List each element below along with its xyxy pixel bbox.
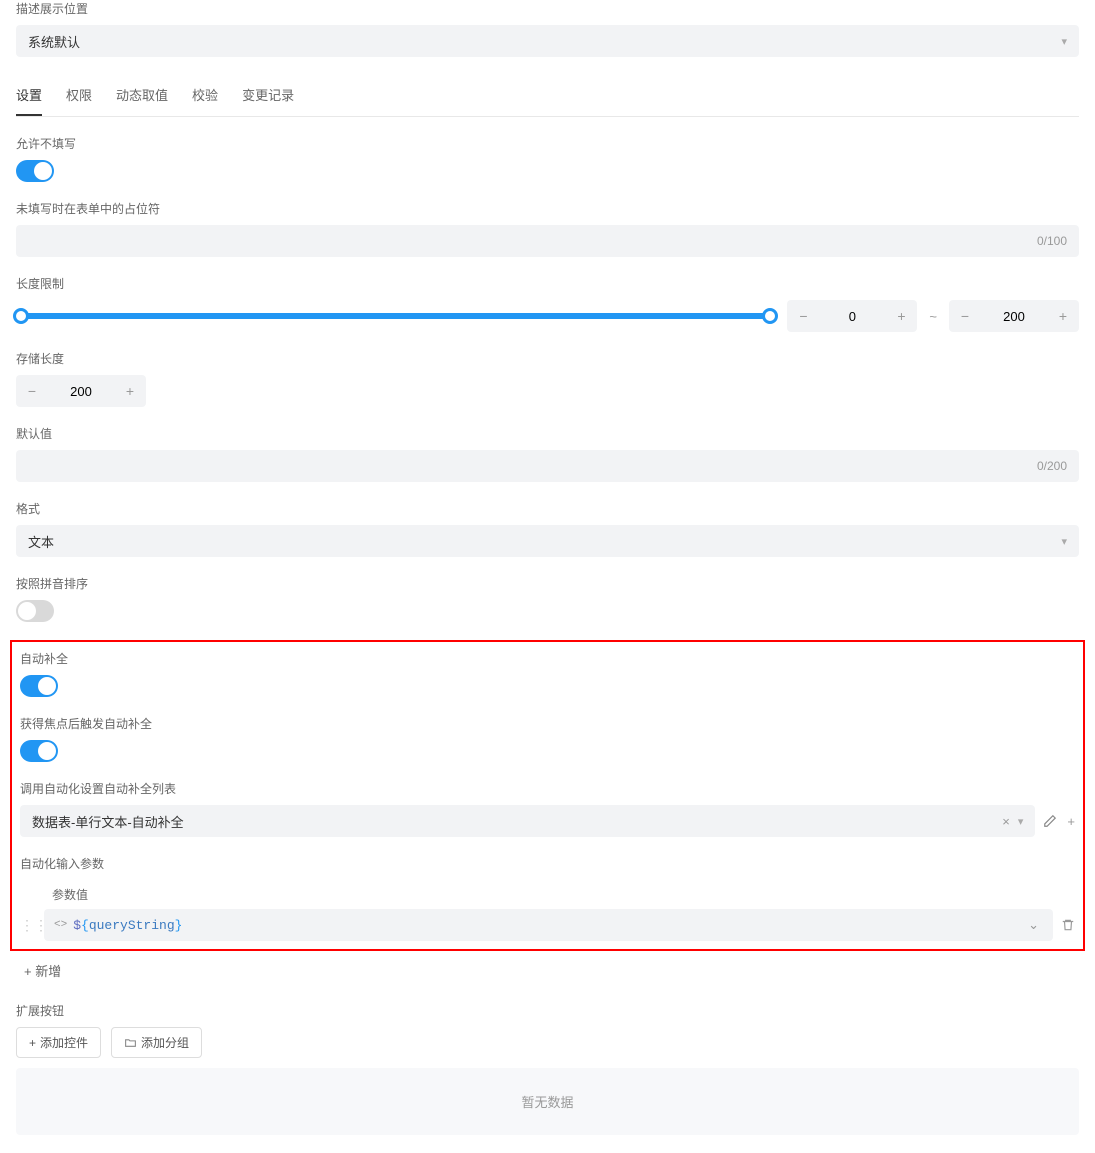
param-input[interactable]: <> ${queryString} ⌄ (44, 909, 1053, 941)
add-control-label: 添加控件 (40, 1034, 88, 1051)
storage-length-increment[interactable]: + (114, 375, 146, 407)
param-open: { (81, 918, 89, 933)
empty-panel: 暂无数据 (16, 1068, 1079, 1135)
default-value-input[interactable] (28, 459, 1037, 474)
param-header: 参数值 (20, 880, 1075, 909)
length-max-increment[interactable]: + (1047, 300, 1079, 332)
chevron-down-icon: ▾ (1061, 535, 1067, 548)
placeholder-input[interactable] (28, 234, 1037, 249)
length-min-decrement[interactable]: − (787, 300, 819, 332)
length-max-decrement[interactable]: − (949, 300, 981, 332)
desc-position-select[interactable]: 系统默认 ▾ (16, 25, 1079, 57)
slider-track (16, 313, 775, 319)
param-row: ⋮⋮ <> ${queryString} ⌄ (20, 909, 1075, 941)
length-min-input[interactable] (819, 309, 885, 324)
tab-settings[interactable]: 设置 (16, 75, 42, 116)
automation-list-select[interactable]: 数据表-单行文本-自动补全 × ▾ (20, 805, 1035, 837)
param-dollar: $ (73, 918, 81, 933)
add-icon[interactable]: + (1067, 814, 1075, 829)
autocomplete-highlight-box: 自动补全 获得焦点后触发自动补全 调用自动化设置自动补全列表 数据表-单行文本-… (10, 640, 1085, 951)
default-value-row: 0/200 (16, 450, 1079, 482)
autocomplete-toggle[interactable] (20, 675, 58, 697)
placeholder-label: 未填写时在表单中的占位符 (16, 200, 1079, 217)
format-label: 格式 (16, 500, 1079, 517)
focus-trigger-toggle[interactable] (20, 740, 58, 762)
clear-icon[interactable]: × (1002, 814, 1010, 829)
chevron-down-icon: ▾ (1018, 815, 1024, 828)
allow-empty-label: 允许不填写 (16, 135, 1079, 152)
pinyin-sort-label: 按照拼音排序 (16, 575, 1079, 592)
default-value-counter: 0/200 (1037, 459, 1067, 473)
automation-list-label: 调用自动化设置自动补全列表 (20, 780, 1075, 797)
chevron-down-icon: ▾ (1061, 35, 1067, 48)
plus-icon: + (29, 1036, 36, 1050)
pinyin-sort-toggle[interactable] (16, 600, 54, 622)
desc-position-value: 系统默认 (28, 32, 80, 51)
tab-permissions[interactable]: 权限 (66, 75, 92, 116)
folder-icon (124, 1036, 137, 1049)
format-value: 文本 (28, 532, 54, 551)
param-close: } (175, 918, 183, 933)
autocomplete-label: 自动补全 (20, 650, 1075, 667)
chevron-down-icon[interactable]: ⌄ (1028, 918, 1039, 933)
add-param-link[interactable]: + 新增 (16, 957, 69, 984)
tab-validation[interactable]: 校验 (192, 75, 218, 116)
add-group-button[interactable]: 添加分组 (111, 1027, 202, 1058)
storage-length-stepper: − + (16, 375, 146, 407)
slider-handle-min[interactable] (13, 308, 29, 324)
desc-position-label: 描述展示位置 (16, 0, 1079, 17)
tab-dynamic[interactable]: 动态取值 (116, 75, 168, 116)
length-limit-label: 长度限制 (16, 275, 1079, 292)
add-control-button[interactable]: + 添加控件 (16, 1027, 101, 1058)
length-min-stepper: − + (787, 300, 917, 332)
tab-changelog[interactable]: 变更记录 (242, 75, 294, 116)
delete-icon[interactable] (1061, 918, 1075, 932)
ext-buttons-label: 扩展按钮 (16, 1002, 1079, 1019)
add-group-label: 添加分组 (141, 1034, 189, 1051)
storage-length-label: 存储长度 (16, 350, 1079, 367)
drag-handle-icon[interactable]: ⋮⋮ (20, 917, 36, 934)
storage-length-decrement[interactable]: − (16, 375, 48, 407)
tabs: 设置 权限 动态取值 校验 变更记录 (16, 75, 1079, 117)
length-slider[interactable] (16, 313, 775, 319)
placeholder-counter: 0/100 (1037, 234, 1067, 248)
length-max-input[interactable] (981, 309, 1047, 324)
automation-params-label: 自动化输入参数 (20, 855, 1075, 872)
automation-list-value: 数据表-单行文本-自动补全 (32, 812, 184, 831)
focus-trigger-label: 获得焦点后触发自动补全 (20, 715, 1075, 732)
range-tilde: ~ (929, 309, 937, 324)
slider-handle-max[interactable] (762, 308, 778, 324)
param-var: queryString (89, 918, 175, 933)
default-value-label: 默认值 (16, 425, 1079, 442)
code-icon: <> (54, 919, 67, 931)
length-max-stepper: − + (949, 300, 1079, 332)
storage-length-input[interactable] (48, 384, 114, 399)
allow-empty-toggle[interactable] (16, 160, 54, 182)
format-select[interactable]: 文本 ▾ (16, 525, 1079, 557)
length-min-increment[interactable]: + (885, 300, 917, 332)
placeholder-input-row: 0/100 (16, 225, 1079, 257)
edit-icon[interactable] (1043, 814, 1057, 828)
